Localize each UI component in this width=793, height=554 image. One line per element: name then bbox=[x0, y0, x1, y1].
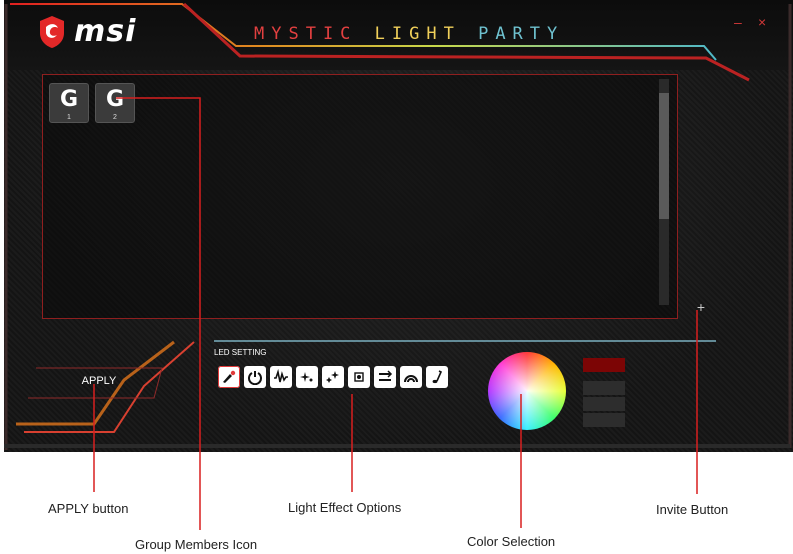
apply-button-annotation: APPLY button bbox=[48, 501, 129, 516]
annotation-callouts bbox=[93, 97, 698, 530]
group-members-annotation: Group Members Icon bbox=[135, 537, 258, 552]
color-selection-annotation: Color Selection bbox=[467, 534, 556, 549]
callout-members bbox=[116, 97, 201, 530]
invite-button-annotation: Invite Button bbox=[656, 502, 729, 517]
light-effect-annotation: Light Effect Options bbox=[288, 500, 402, 515]
